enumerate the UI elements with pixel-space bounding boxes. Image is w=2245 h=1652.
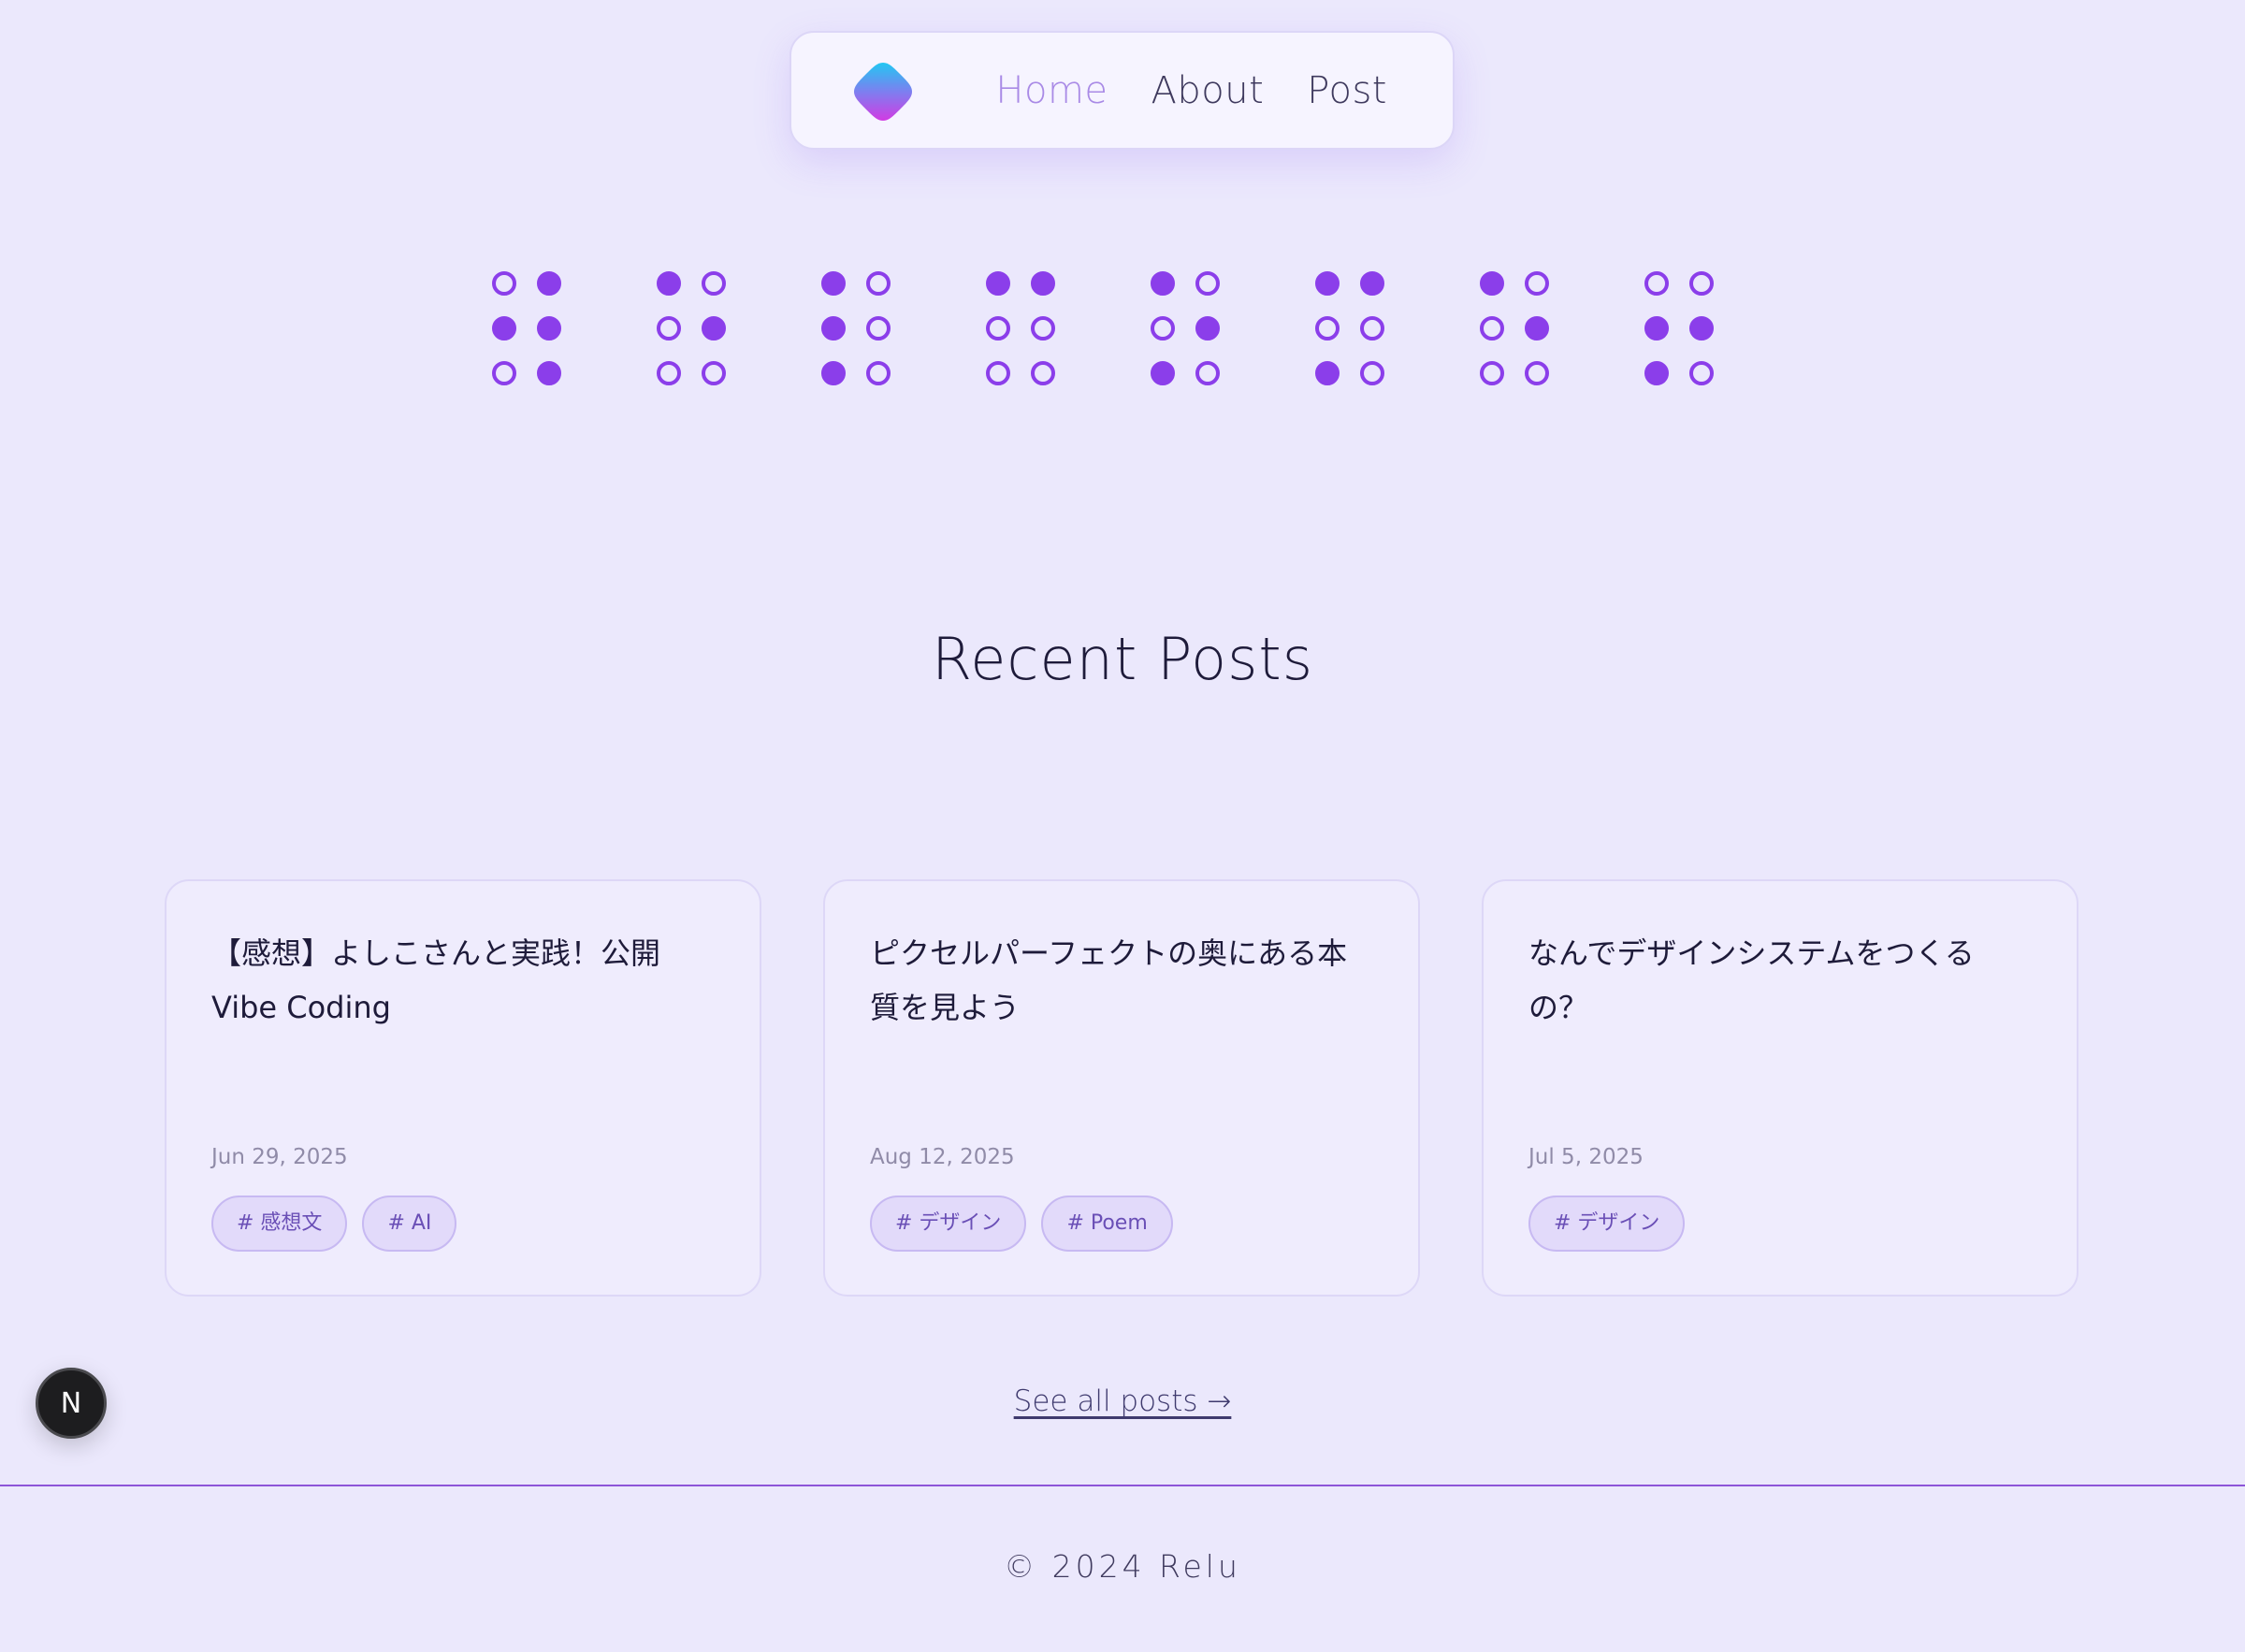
braille-dot-filled	[1195, 316, 1220, 341]
see-all-container: See all posts →	[0, 1384, 2245, 1418]
braille-dot-empty	[1151, 316, 1175, 341]
top-nav: Home About Post	[789, 31, 1455, 150]
tag-chip[interactable]: # デザイン	[870, 1196, 1027, 1252]
badge-label: N	[60, 1386, 82, 1420]
tag-chip[interactable]: # Poem	[1041, 1196, 1173, 1252]
braille-dot-empty	[866, 271, 891, 296]
post-title[interactable]: 【感想】よしこさんと実践！公開Vibe Coding	[211, 926, 717, 1035]
post-tags: # デザイン # Poem	[870, 1196, 1173, 1252]
braille-dot-empty	[1644, 271, 1669, 296]
braille-dot-empty	[702, 271, 726, 296]
braille-dot-filled	[986, 271, 1010, 296]
braille-dot-empty	[1480, 316, 1504, 341]
braille-dot-empty	[986, 361, 1010, 385]
post-tags: # 感想文 # AI	[211, 1196, 457, 1252]
footer-divider	[0, 1485, 2245, 1486]
post-date: Aug 12, 2025	[870, 1145, 1015, 1169]
tag-chip[interactable]: # 感想文	[211, 1196, 348, 1252]
braille-dot-filled	[492, 316, 516, 341]
braille-dot-empty	[866, 316, 891, 341]
braille-dot-filled	[1644, 316, 1669, 341]
braille-dot-empty	[1480, 361, 1504, 385]
braille-dot-filled	[1644, 361, 1669, 385]
post-card-2[interactable]: ピクセルパーフェクトの奥にある本質を見よう Aug 12, 2025 # デザイ…	[823, 879, 1420, 1297]
post-tags: # デザイン	[1528, 1196, 1686, 1252]
braille-cell	[986, 271, 1066, 393]
post-date: Jun 29, 2025	[211, 1145, 348, 1169]
braille-dot-empty	[1525, 271, 1549, 296]
tag-chip[interactable]: # AI	[362, 1196, 457, 1252]
braille-dot-empty	[866, 361, 891, 385]
braille-dot-empty	[492, 361, 516, 385]
logo-icon[interactable]	[851, 60, 915, 123]
braille-dot-filled	[1031, 271, 1055, 296]
post-date: Jul 5, 2025	[1528, 1145, 1644, 1169]
braille-cell	[821, 271, 902, 393]
braille-dot-empty	[1031, 361, 1055, 385]
nav-link-post[interactable]: Post	[1307, 69, 1387, 112]
braille-dot-filled	[1151, 271, 1175, 296]
braille-dot-filled	[702, 316, 726, 341]
braille-dot-empty	[1195, 361, 1220, 385]
see-all-posts-link[interactable]: See all posts →	[1014, 1384, 1232, 1418]
braille-pattern	[492, 271, 1727, 393]
braille-dot-empty	[986, 316, 1010, 341]
braille-dot-empty	[492, 271, 516, 296]
braille-dot-empty	[657, 361, 681, 385]
braille-dot-empty	[1195, 271, 1220, 296]
braille-dot-empty	[702, 361, 726, 385]
nav-links: Home About Post	[995, 33, 1387, 148]
braille-dot-filled	[537, 271, 561, 296]
post-title[interactable]: ピクセルパーフェクトの奥にある本質を見よう	[870, 926, 1375, 1035]
braille-dot-empty	[1689, 271, 1714, 296]
post-title[interactable]: なんでデザインシステムをつくるの？	[1528, 926, 2034, 1035]
braille-dot-empty	[657, 316, 681, 341]
braille-dot-filled	[1360, 271, 1384, 296]
post-card-1[interactable]: 【感想】よしこさんと実践！公開Vibe Coding Jun 29, 2025 …	[165, 879, 761, 1297]
post-card-3[interactable]: なんでデザインシステムをつくるの？ Jul 5, 2025 # デザイン	[1482, 879, 2078, 1297]
braille-dot-filled	[821, 316, 846, 341]
nav-link-home[interactable]: Home	[995, 69, 1108, 112]
braille-dot-filled	[657, 271, 681, 296]
braille-cell	[1315, 271, 1396, 393]
braille-dot-empty	[1525, 361, 1549, 385]
braille-dot-filled	[821, 271, 846, 296]
nav-link-about[interactable]: About	[1151, 69, 1265, 112]
braille-dot-filled	[1525, 316, 1549, 341]
braille-dot-empty	[1360, 316, 1384, 341]
braille-dot-filled	[537, 361, 561, 385]
braille-cell	[1151, 271, 1231, 393]
braille-dot-filled	[1315, 271, 1340, 296]
braille-dot-filled	[1480, 271, 1504, 296]
tag-chip[interactable]: # デザイン	[1528, 1196, 1686, 1252]
braille-dot-filled	[821, 361, 846, 385]
footer-copyright: © 2024 Relu	[1004, 1548, 1241, 1585]
braille-dot-filled	[1689, 316, 1714, 341]
braille-dot-filled	[1315, 361, 1340, 385]
braille-dot-filled	[1151, 361, 1175, 385]
braille-cell	[492, 271, 572, 393]
braille-dot-empty	[1315, 316, 1340, 341]
braille-cell	[657, 271, 737, 393]
braille-dot-empty	[1031, 316, 1055, 341]
braille-dot-filled	[537, 316, 561, 341]
braille-dot-empty	[1360, 361, 1384, 385]
braille-cell	[1644, 271, 1725, 393]
nextjs-badge-icon[interactable]: N	[36, 1368, 107, 1439]
section-title: Recent Posts	[931, 625, 1313, 693]
braille-cell	[1480, 271, 1560, 393]
braille-dot-empty	[1689, 361, 1714, 385]
